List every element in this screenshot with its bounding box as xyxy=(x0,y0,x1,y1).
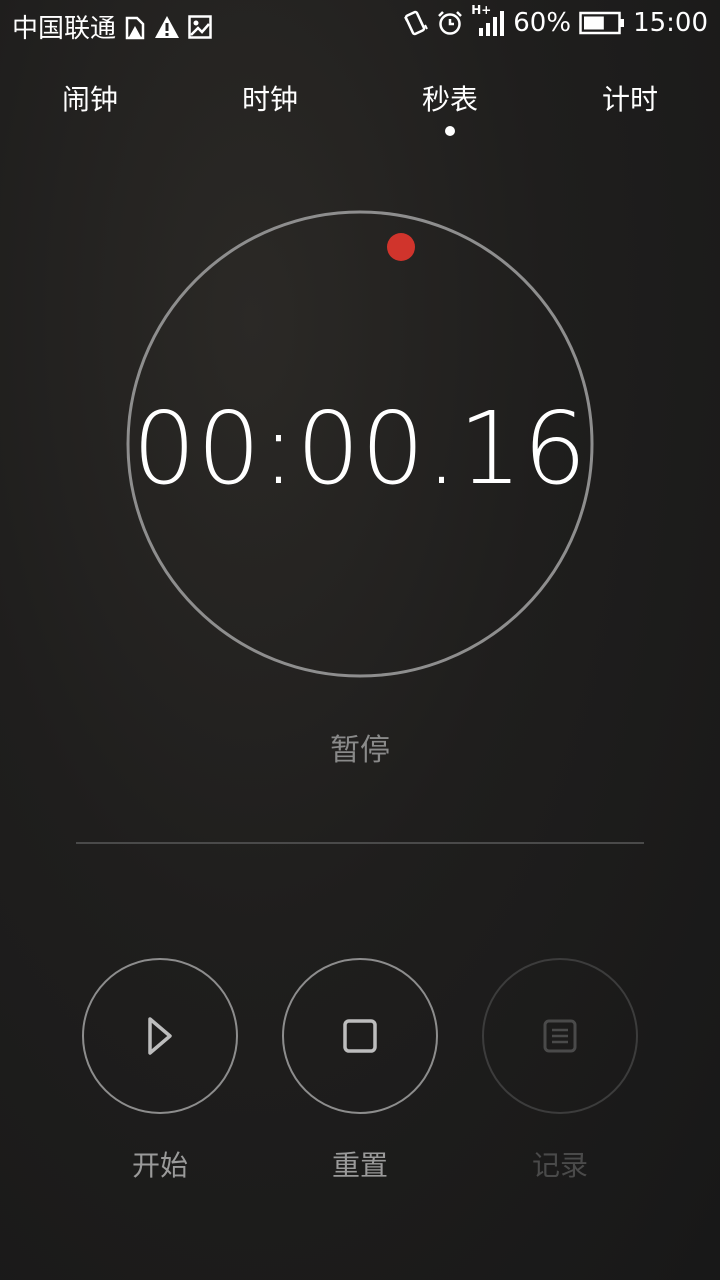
tab-stopwatch-label: 秒表 xyxy=(421,83,478,116)
play-icon xyxy=(146,1016,174,1056)
reset-button-circle[interactable] xyxy=(282,958,438,1114)
tab-timer-label: 计时 xyxy=(601,83,658,116)
battery-icon xyxy=(579,11,625,35)
tab-bar: 闹钟 时钟 秒表 计时 xyxy=(0,78,720,138)
carrier-name: 中国联通 xyxy=(12,14,117,44)
reset-label: 重置 xyxy=(331,1149,388,1182)
second-hand-dot xyxy=(387,233,415,261)
tab-alarm-label: 闹钟 xyxy=(61,83,118,116)
active-tab-indicator xyxy=(445,126,455,136)
reset-button[interactable]: 重置 xyxy=(282,958,438,1184)
tab-clock[interactable]: 时钟 xyxy=(180,78,360,118)
status-right: H+ 60% 15:00 xyxy=(403,3,708,38)
list-icon xyxy=(543,1019,577,1053)
start-button-circle[interactable] xyxy=(82,958,238,1114)
sim-warning-icon xyxy=(124,14,146,40)
status-clock: 15:00 xyxy=(633,8,708,38)
lap-button[interactable]: 记录 xyxy=(482,958,638,1184)
tab-timer[interactable]: 计时 xyxy=(540,78,720,118)
network-type-label: H+ xyxy=(471,3,492,17)
start-label: 开始 xyxy=(131,1149,188,1182)
battery-percent: 60% xyxy=(513,8,572,38)
tab-clock-label: 时钟 xyxy=(241,83,298,116)
vibrate-icon xyxy=(403,9,429,37)
tab-alarm[interactable]: 闹钟 xyxy=(0,78,180,118)
tab-stopwatch[interactable]: 秒表 xyxy=(360,78,540,136)
warning-icon xyxy=(154,15,180,39)
lap-button-circle[interactable] xyxy=(482,958,638,1114)
image-icon xyxy=(188,14,212,39)
alarm-icon xyxy=(437,10,463,36)
lap-label: 记录 xyxy=(531,1149,588,1182)
start-button[interactable]: 开始 xyxy=(82,958,238,1184)
status-bar: 中国联通 H+ 60% 15:00 xyxy=(0,0,720,50)
stop-icon xyxy=(342,1018,378,1054)
divider xyxy=(76,842,644,844)
status-left: 中国联通 xyxy=(12,8,212,45)
elapsed-time: 00:00.16 xyxy=(132,390,588,507)
stopwatch-state: 暂停 xyxy=(330,733,390,768)
signal-icon: H+ xyxy=(471,3,505,37)
